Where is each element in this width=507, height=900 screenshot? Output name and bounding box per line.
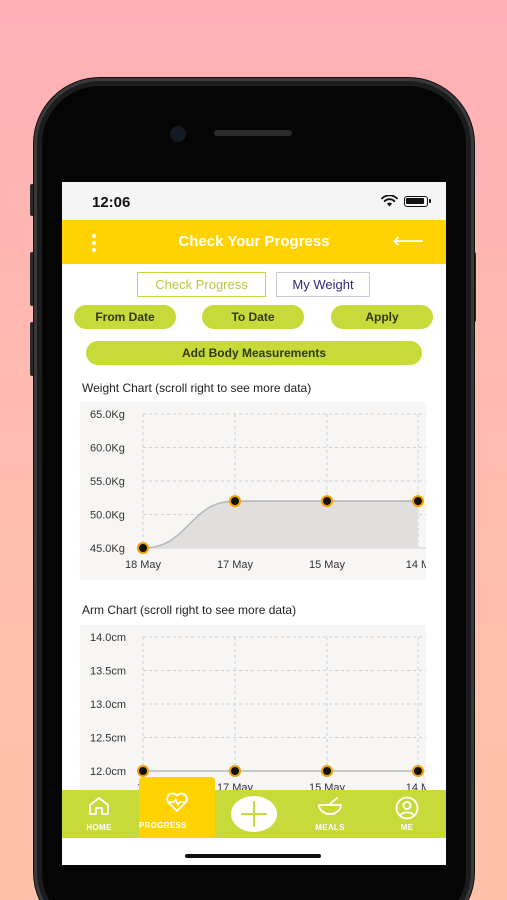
home-icon <box>89 797 109 815</box>
tab-me-label: ME <box>400 823 414 832</box>
data-point[interactable] <box>137 765 149 777</box>
y-tick-label: 13.5cm <box>90 666 126 678</box>
apply-button[interactable]: Apply <box>331 305 433 329</box>
tab-progress[interactable]: PROGRESS <box>139 777 215 838</box>
arm-chart-scroll-area[interactable]: 14.0cm13.5cm13.0cm12.5cm12.0cm1817 May15… <box>80 625 430 794</box>
x-tick-label: 18 May <box>125 559 162 571</box>
data-point[interactable] <box>229 765 241 777</box>
y-tick-label: 55.0Kg <box>90 476 125 488</box>
plus-icon <box>241 801 267 827</box>
x-tick-label: 15 May <box>309 559 346 571</box>
y-tick-label: 60.0Kg <box>90 443 125 455</box>
status-bar: 12:06 <box>62 182 446 220</box>
arm-chart-title: Arm Chart (scroll right to see more data… <box>82 603 297 617</box>
weight-chart: 65.0Kg 60.0Kg 55.0Kg 50.0Kg 45.0Kg18 May 17 M… <box>90 409 430 571</box>
tab-meals[interactable]: MEALS <box>305 790 355 838</box>
app-header: Check Your Progress ⟵ <box>62 220 446 264</box>
weight-chart-title: Weight Chart (scroll right to see more d… <box>82 381 312 395</box>
y-tick-label: 45.0Kg <box>90 543 125 555</box>
wifi-icon <box>381 195 398 207</box>
status-time: 12:06 <box>92 194 131 211</box>
tab-home[interactable]: HOME <box>74 790 124 838</box>
back-arrow-icon[interactable]: ⟵ <box>392 230 424 252</box>
data-point[interactable] <box>137 542 149 554</box>
tab-progress-label: PROGRESS <box>139 821 187 830</box>
front-camera <box>172 128 184 140</box>
y-tick-label: 13.0cm <box>90 699 126 711</box>
heartbeat-icon <box>166 792 188 812</box>
y-tick-label: 65.0Kg <box>90 409 125 421</box>
data-point[interactable] <box>412 495 424 508</box>
data-point[interactable] <box>229 495 241 508</box>
x-tick-label: 17 May <box>217 559 254 571</box>
battery-icon <box>404 195 431 207</box>
bowl-icon <box>318 797 342 815</box>
page-title: Check Your Progress <box>178 233 330 250</box>
tab-home-label: HOME <box>86 823 112 832</box>
to-date-button[interactable]: To Date <box>202 305 304 329</box>
app-screen: 12:06 Check Your Progress ⟵ Check Progre… <box>62 182 446 865</box>
y-tick-label: 12.0cm <box>90 766 126 778</box>
my-weight-button[interactable]: My Weight <box>276 272 370 297</box>
add-body-measurements-button[interactable]: Add Body Measurements <box>86 341 422 365</box>
status-icons <box>381 195 431 207</box>
from-date-button[interactable]: From Date <box>74 305 176 329</box>
data-point[interactable] <box>321 495 333 508</box>
add-button[interactable] <box>231 796 277 832</box>
tab-meals-label: MEALS <box>315 823 345 832</box>
y-tick-label: 14.0cm <box>90 632 126 644</box>
arm-chart: 14.0cm13.5cm13.0cm12.5cm12.0cm1817 May15… <box>90 632 430 794</box>
data-point[interactable] <box>412 765 424 777</box>
y-tick-label: 12.5cm <box>90 733 126 745</box>
check-progress-button[interactable]: Check Progress <box>137 272 266 297</box>
tab-me[interactable]: ME <box>382 790 432 838</box>
data-point[interactable] <box>321 765 333 777</box>
earpiece-speaker <box>214 130 292 136</box>
user-icon <box>395 796 419 820</box>
home-indicator <box>185 854 321 858</box>
series-area <box>143 501 418 548</box>
weight-chart-scroll-area[interactable]: 65.0Kg 60.0Kg 55.0Kg 50.0Kg 45.0Kg 18 May 17 M… <box>80 402 430 580</box>
y-tick-label: 50.0Kg <box>90 510 125 522</box>
x-tick-label: 14 M <box>406 559 426 571</box>
